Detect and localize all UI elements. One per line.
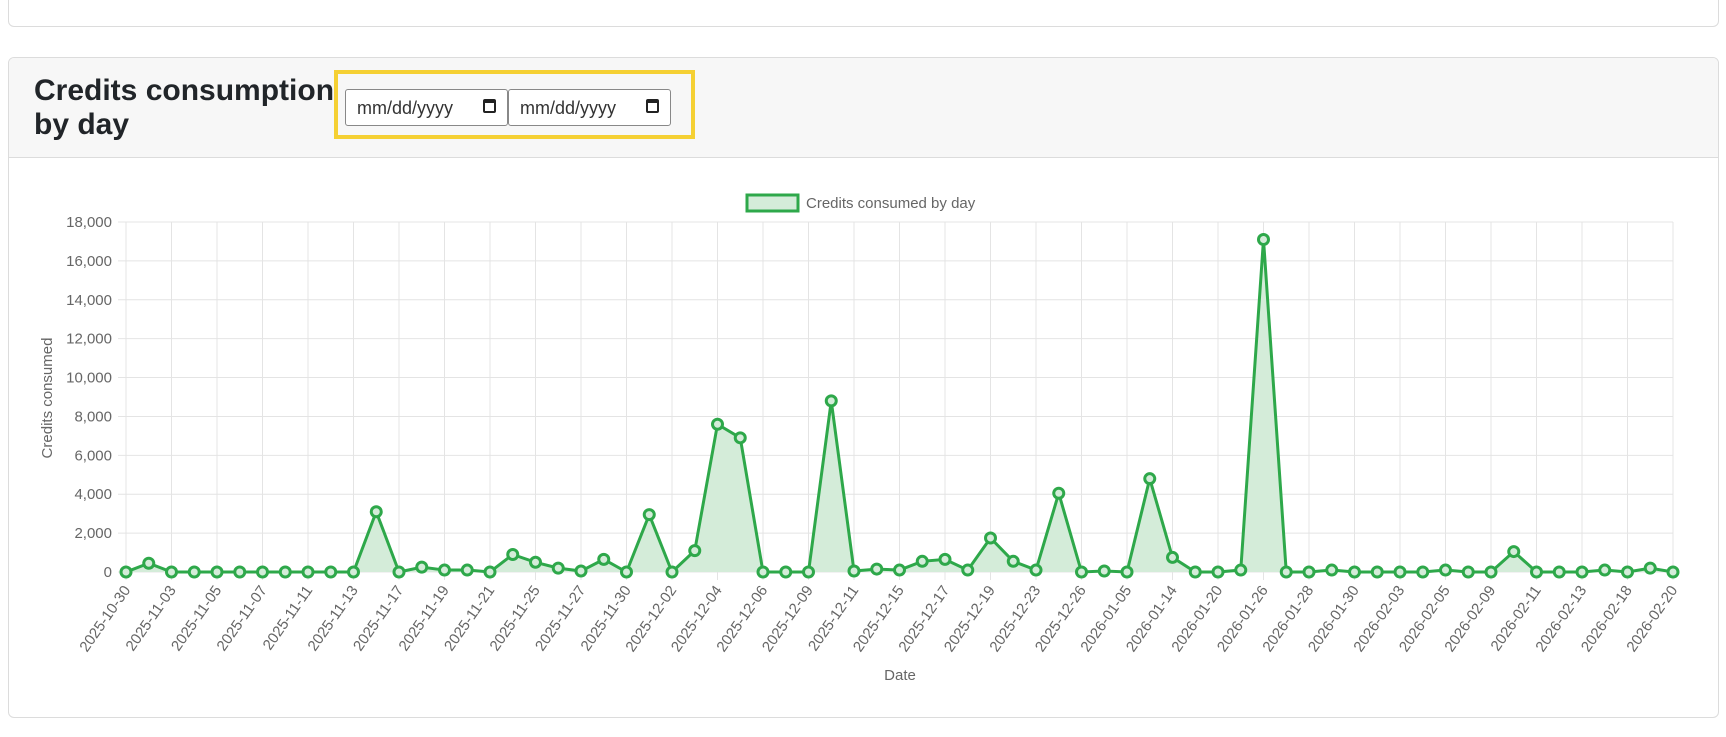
data-point[interactable] [460, 563, 474, 577]
data-point[interactable] [711, 417, 724, 431]
y-tick-label: 16,000 [66, 253, 112, 270]
credits-chart: 0 2,000 4,000 6,000 8,000 10,000 12,000 14,000 1… [39, 193, 1681, 684]
data-point[interactable] [870, 562, 884, 576]
data-point[interactable] [597, 552, 611, 566]
data-point[interactable] [620, 565, 633, 579]
data-point[interactable] [278, 565, 292, 579]
data-point[interactable] [1166, 550, 1179, 564]
data-point[interactable] [824, 394, 838, 408]
data-point[interactable] [1598, 563, 1612, 577]
data-point[interactable] [369, 505, 383, 519]
data-point[interactable] [779, 565, 793, 579]
data-point[interactable] [1325, 563, 1339, 577]
data-point[interactable] [1120, 565, 1134, 579]
data-point[interactable] [802, 565, 815, 579]
data-point[interactable] [1302, 565, 1316, 579]
data-point[interactable] [233, 565, 247, 579]
y-tick-label: 6,000 [74, 447, 112, 464]
data-point[interactable] [1439, 563, 1452, 577]
y-tick-label: 12,000 [66, 331, 112, 348]
data-point[interactable] [483, 565, 497, 579]
data-point[interactable] [1552, 565, 1566, 579]
data-point[interactable] [1370, 565, 1384, 579]
data-point[interactable] [1257, 233, 1270, 246]
data-point[interactable] [1575, 565, 1589, 579]
data-point[interactable] [847, 564, 861, 578]
data-point[interactable] [893, 563, 906, 577]
data-point[interactable] [574, 564, 588, 578]
data-point[interactable] [1052, 486, 1066, 500]
data-point[interactable] [438, 563, 451, 577]
data-point[interactable] [392, 565, 406, 579]
y-tick-label: 8,000 [74, 408, 112, 425]
data-point[interactable] [415, 560, 429, 574]
data-point[interactable] [506, 548, 520, 561]
data-point[interactable] [301, 565, 315, 579]
x-axis-title: Date [884, 667, 916, 684]
data-point[interactable] [642, 508, 656, 522]
data-point[interactable] [1348, 565, 1361, 579]
data-point[interactable] [165, 565, 178, 579]
legend-swatch[interactable] [745, 193, 800, 213]
data-point[interactable] [1075, 565, 1088, 579]
data-point[interactable] [347, 565, 360, 579]
data-point[interactable] [1211, 565, 1225, 579]
data-point[interactable] [119, 565, 133, 579]
data-point[interactable] [665, 565, 679, 579]
data-point[interactable] [551, 561, 565, 575]
y-tick-label: 14,000 [66, 292, 112, 309]
legend-label[interactable]: Credits consumed by day [806, 195, 976, 212]
data-point[interactable] [1416, 565, 1430, 579]
y-tick-label: 4,000 [74, 486, 112, 503]
y-tick-label: 10,000 [66, 370, 112, 387]
data-point[interactable] [915, 554, 929, 568]
data-point[interactable] [756, 565, 770, 579]
data-point[interactable] [256, 565, 269, 579]
data-point[interactable] [187, 565, 201, 579]
data-point[interactable] [1097, 564, 1111, 578]
data-point[interactable] [1530, 565, 1543, 579]
y-axis-title: Credits consumed [39, 338, 56, 459]
y-tick-label: 18,000 [66, 214, 112, 231]
data-point[interactable] [324, 565, 338, 579]
data-point[interactable] [1666, 565, 1680, 579]
y-tick-label: 2,000 [74, 525, 112, 542]
data-point[interactable] [1507, 545, 1521, 559]
data-point[interactable] [938, 552, 952, 566]
data-point[interactable] [1029, 563, 1043, 577]
data-point[interactable] [142, 556, 156, 570]
data-point[interactable] [1461, 565, 1475, 579]
data-point[interactable] [688, 544, 702, 558]
data-point[interactable] [1234, 563, 1248, 577]
data-point[interactable] [529, 555, 542, 569]
data-point[interactable] [733, 431, 747, 445]
data-point[interactable] [210, 565, 224, 579]
data-point[interactable] [961, 563, 975, 577]
data-point[interactable] [1621, 565, 1634, 579]
y-tick-label: 0 [104, 564, 112, 581]
data-point[interactable] [1188, 565, 1202, 579]
data-point[interactable] [1143, 472, 1157, 486]
data-point[interactable] [1484, 565, 1498, 579]
data-point[interactable] [1279, 565, 1293, 579]
data-point[interactable] [1006, 554, 1020, 568]
data-point[interactable] [984, 531, 997, 545]
data-point[interactable] [1643, 561, 1657, 575]
data-point[interactable] [1393, 565, 1407, 579]
